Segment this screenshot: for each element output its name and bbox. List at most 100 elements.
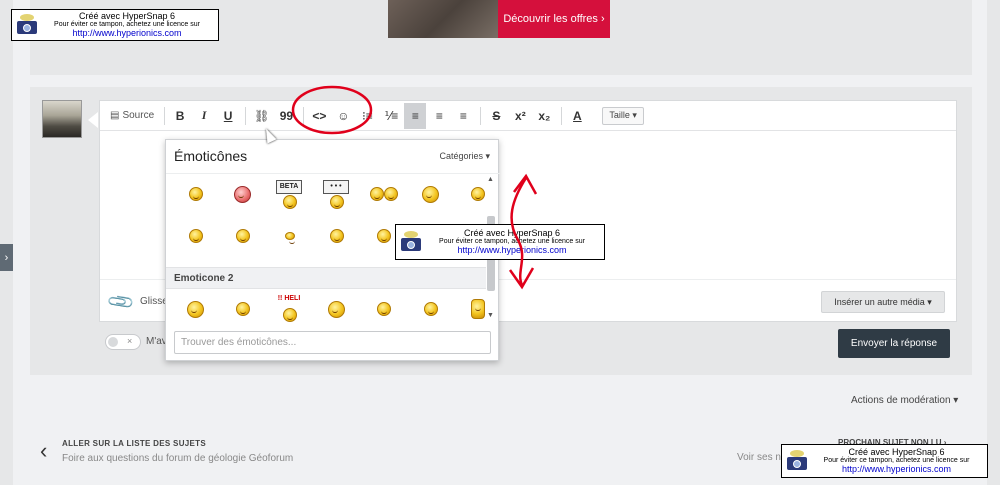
smiley-icon: [188, 187, 203, 201]
back-to-list-link[interactable]: ALLER SUR LA LISTE DES SUJETS: [62, 439, 206, 448]
code-button[interactable]: <>: [308, 103, 330, 129]
subscript-button[interactable]: x₂: [533, 103, 555, 129]
smiley-icon: [423, 302, 438, 316]
side-panel-toggle[interactable]: ›: [0, 244, 13, 271]
link-icon: ⛓: [254, 108, 270, 123]
emoticon-item[interactable]: [313, 220, 360, 252]
toolbar-divider: [480, 106, 482, 125]
quote-button[interactable]: 99: [275, 103, 297, 129]
emoticon-item[interactable]: [266, 220, 313, 252]
chevron-left-icon[interactable]: ‹: [40, 438, 47, 464]
sign-smiley-icon: [282, 195, 297, 209]
watch-toggle[interactable]: ×: [105, 334, 141, 350]
heli-sign: !! HELI: [277, 295, 301, 302]
emoticon-item[interactable]: [172, 220, 219, 252]
smilies-button[interactable]: ☺: [332, 103, 354, 129]
bullet-list-button[interactable]: ⁝≡: [356, 103, 378, 129]
scroll-up-icon[interactable]: ▲: [487, 176, 494, 183]
ad-image: [388, 0, 500, 38]
emoticon-item[interactable]: [407, 178, 454, 210]
emoticon-item[interactable]: [219, 220, 266, 252]
hypersnap-stamp: Créé avec HyperSnap 6 Pour éviter ce tam…: [781, 444, 988, 478]
right-rail: [987, 0, 1000, 485]
toolbar-divider: [164, 106, 166, 125]
hat-smiley-icon: [328, 300, 345, 318]
avatar-pointer: [88, 112, 98, 128]
attach-drop-label: Glisse: [140, 296, 168, 307]
bullet-list-icon: ⁝≡: [361, 108, 373, 123]
numbered-list-button[interactable]: ⅟≡: [380, 103, 402, 129]
forum-name: Foire aux questions du forum de géologie…: [62, 453, 294, 464]
send-reply-button[interactable]: Envoyer la réponse: [838, 329, 950, 358]
align-right-button[interactable]: ≡: [452, 103, 474, 129]
emoticon-row: !! HELI: [172, 293, 500, 323]
toggle-knob: [108, 337, 118, 347]
moderation-actions[interactable]: Actions de modération ▾: [851, 395, 958, 406]
apple-smiley-icon: [235, 229, 250, 243]
scroll-down-icon[interactable]: ▼: [487, 312, 494, 319]
superscript-button[interactable]: x²: [509, 103, 531, 129]
source-icon: ▤: [110, 110, 120, 121]
left-rail: [0, 0, 13, 485]
font-color-icon: A: [573, 108, 582, 123]
camera-icon: [785, 450, 809, 472]
emoticon-item[interactable]: [360, 293, 407, 323]
stamp-link: http://www.hyperionics.com: [457, 244, 567, 255]
beta-sign: BETA: [276, 180, 302, 194]
smiley-icon: [383, 187, 398, 201]
emoticon-item[interactable]: [219, 178, 266, 210]
emoticon-search-input[interactable]: Trouver des émoticônes...: [174, 331, 491, 354]
emoticon-item[interactable]: [313, 293, 360, 323]
font-size-select[interactable]: Taille ▾: [602, 106, 644, 125]
cactus-smiley-icon: [188, 229, 203, 243]
categories-dropdown[interactable]: Catégories ▾: [439, 151, 490, 162]
align-right-icon: ≡: [459, 108, 467, 123]
hypersnap-stamp: Créé avec HyperSnap 6 Pour éviter ce tam…: [395, 224, 605, 260]
sign-smiley-icon: [329, 195, 344, 209]
laugh-smiley-icon: [422, 185, 439, 203]
italic-button[interactable]: I: [193, 103, 215, 129]
bold-button[interactable]: B: [169, 103, 191, 129]
watch-toggle-label: M'av: [146, 336, 167, 347]
link-button[interactable]: ⛓: [250, 103, 273, 129]
toolbar-divider: [561, 106, 563, 125]
toolbar-divider: [303, 106, 305, 125]
align-left-button[interactable]: ≡: [404, 102, 427, 129]
chevron-right-icon: ›: [4, 251, 9, 264]
stamp-line1: Créé avec HyperSnap 6: [848, 446, 945, 457]
camera-icon: [15, 14, 39, 36]
insert-media-button[interactable]: Insérer un autre média ▾: [821, 291, 945, 313]
smiley-icon: [376, 302, 391, 316]
heli-smiley-icon: [282, 308, 297, 322]
eyes-smiley-icon: [284, 232, 295, 244]
hypersnap-stamp: Créé avec HyperSnap 6 Pour éviter ce tam…: [11, 9, 219, 41]
align-left-icon: ≡: [411, 108, 419, 123]
emoticon-item[interactable]: [172, 293, 219, 323]
source-button[interactable]: ▤ Source: [106, 103, 158, 129]
align-center-button[interactable]: ≡: [428, 103, 450, 129]
smiley-icon: ☺: [337, 108, 350, 123]
emoticon-item[interactable]: [360, 178, 407, 210]
ad-banner[interactable]: Découvrir les offres ›: [388, 0, 610, 38]
bottle-smiley-icon: [470, 299, 485, 319]
ad-cta-button[interactable]: Découvrir les offres ›: [498, 0, 610, 38]
emoticon-item[interactable]: • • •: [313, 178, 360, 210]
smiley-icon: [235, 302, 250, 316]
emoticon-item[interactable]: [407, 293, 454, 323]
underline-button[interactable]: U: [217, 103, 239, 129]
camera-icon: [399, 231, 423, 253]
emoticon-item[interactable]: !! HELI: [266, 293, 313, 323]
emoticon-item[interactable]: BETA: [266, 178, 313, 210]
code-icon: <>: [312, 108, 327, 123]
next-unread-sub: Voir ses n: [737, 452, 781, 463]
emoticon-item[interactable]: [219, 293, 266, 323]
emoticon-item[interactable]: [172, 178, 219, 210]
strikethrough-button[interactable]: S: [485, 103, 507, 129]
font-color-button[interactable]: A: [566, 103, 588, 129]
numbered-list-icon: ⅟≡: [384, 108, 399, 123]
align-center-icon: ≡: [435, 108, 443, 123]
dots-sign: • • •: [323, 180, 349, 194]
avatar[interactable]: [42, 100, 82, 138]
picker-title: Émoticônes: [174, 148, 248, 164]
emoticon-section-header: Emoticone 2: [166, 267, 486, 289]
